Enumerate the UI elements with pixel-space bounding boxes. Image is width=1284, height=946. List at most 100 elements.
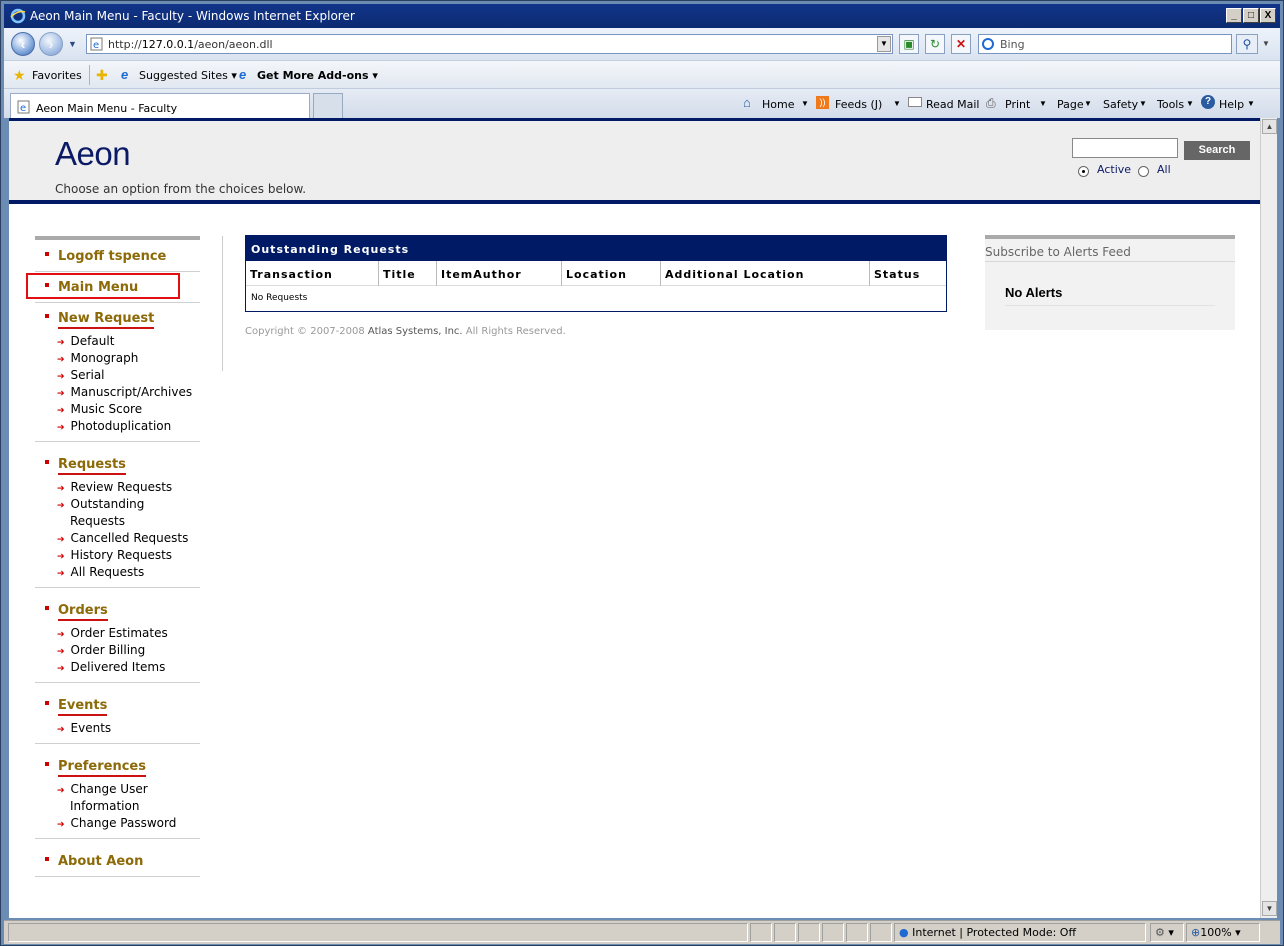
favorites-divider	[89, 65, 90, 85]
main-menu-highlight-box	[26, 273, 180, 299]
add-favorites-icon[interactable]: ✚	[96, 67, 108, 84]
search-box[interactable]: Bing	[978, 34, 1232, 54]
protected-mode-cell[interactable]: ⚙ ▾	[1150, 923, 1184, 942]
tools-menu[interactable]: Tools	[1157, 98, 1184, 111]
feeds-icon[interactable]: ))	[816, 96, 829, 109]
new-tab-button[interactable]	[313, 93, 343, 119]
page-viewport: Aeon Choose an option from the choices b…	[9, 118, 1260, 918]
status-text-cell	[8, 923, 748, 942]
scroll-down-button[interactable]: ▼	[1262, 901, 1277, 916]
favorites-button[interactable]: Favorites	[32, 69, 82, 82]
minimize-button[interactable]: _	[1226, 8, 1242, 23]
search-options-dropdown-icon[interactable]: ▼	[1262, 39, 1270, 48]
feeds-button[interactable]: Feeds (J)	[835, 98, 882, 111]
forward-button[interactable]: ›	[39, 32, 63, 56]
recent-pages-dropdown-icon[interactable]: ▼	[68, 39, 77, 49]
page-icon: e	[90, 37, 103, 51]
zoom-control[interactable]: ⊕100% ▾	[1186, 923, 1260, 942]
print-button[interactable]: Print	[1005, 98, 1030, 111]
get-addons-label: Get More Add-ons	[257, 69, 369, 82]
refresh-icon[interactable]: ↻	[925, 34, 945, 54]
nav-top-rule	[35, 236, 200, 240]
window-title: Aeon Main Menu - Faculty - Windows Inter…	[30, 9, 355, 23]
home-icon[interactable]: ⌂	[743, 95, 751, 110]
company-link[interactable]: Atlas Systems, Inc.	[368, 326, 463, 337]
help-icon[interactable]: ?	[1201, 95, 1215, 109]
events-heading[interactable]: Events	[58, 698, 108, 716]
all-requests-link[interactable]: ➔ All Requests	[57, 565, 144, 579]
active-tab[interactable]: e Aeon Main Menu - Faculty	[10, 93, 310, 119]
tools-dropdown-icon[interactable]: ▼	[1186, 99, 1194, 108]
home-dropdown-icon[interactable]: ▼	[801, 99, 809, 108]
col-status[interactable]: Status	[870, 261, 946, 286]
page-menu[interactable]: Page	[1057, 98, 1084, 111]
col-location[interactable]: Location	[562, 261, 661, 286]
feeds-dropdown-icon[interactable]: ▼	[893, 99, 901, 108]
history-requests-link[interactable]: ➔ History Requests	[57, 548, 172, 562]
address-dropdown-button[interactable]: ▼	[877, 36, 891, 52]
nav-bullet	[45, 762, 49, 766]
new-request-heading[interactable]: New Request	[58, 311, 155, 329]
compatibility-view-icon[interactable]: ▣	[899, 34, 919, 54]
address-bar[interactable]: e http://127.0.0.1/aeon/aeon.dll ▼	[86, 34, 893, 54]
read-mail-button[interactable]: Read Mail	[926, 98, 979, 111]
safety-dropdown-icon[interactable]: ▼	[1139, 99, 1147, 108]
order-estimates-link[interactable]: ➔ Order Estimates	[57, 626, 168, 640]
search-placeholder: Bing	[1000, 38, 1025, 51]
order-billing-link[interactable]: ➔ Order Billing	[57, 643, 145, 657]
scroll-up-button[interactable]: ▲	[1262, 119, 1277, 134]
col-transaction[interactable]: Transaction	[246, 261, 379, 286]
help-menu[interactable]: Help	[1219, 98, 1244, 111]
new-request-music-score[interactable]: ➔ Music Score	[57, 402, 142, 416]
home-button[interactable]: Home	[762, 98, 794, 111]
site-search-input[interactable]	[1072, 138, 1178, 158]
get-addons-link[interactable]: Get More Add-ons ▾	[257, 69, 378, 82]
outstanding-requests-link-line2[interactable]: Requests	[70, 514, 125, 528]
subscribe-alerts-link[interactable]: Subscribe to Alerts Feed	[985, 245, 1131, 259]
new-request-manuscript[interactable]: ➔ Manuscript/Archives	[57, 385, 192, 399]
change-user-info-link-line2[interactable]: Information	[70, 799, 139, 813]
safety-menu[interactable]: Safety	[1103, 98, 1138, 111]
new-request-monograph[interactable]: ➔ Monograph	[57, 351, 138, 365]
stop-icon[interactable]: ✕	[951, 34, 971, 54]
review-requests-link[interactable]: ➔ Review Requests	[57, 480, 172, 494]
cancelled-requests-link[interactable]: ➔ Cancelled Requests	[57, 531, 188, 545]
new-request-photoduplication[interactable]: ➔ Photoduplication	[57, 419, 171, 433]
page-dropdown-icon[interactable]: ▼	[1084, 99, 1092, 108]
addons-icon: e	[239, 67, 247, 82]
security-zone[interactable]: ● Internet | Protected Mode: Off	[894, 923, 1146, 942]
site-search-button[interactable]: Search	[1184, 141, 1250, 160]
orders-heading[interactable]: Orders	[58, 603, 108, 621]
col-item-author[interactable]: ItemAuthor	[437, 261, 562, 286]
nav-bullet	[45, 857, 49, 861]
new-request-default[interactable]: ➔ Default	[57, 334, 114, 348]
vertical-scrollbar[interactable]: ▲ ▼	[1260, 118, 1277, 918]
change-password-link[interactable]: ➔ Change Password	[57, 816, 176, 830]
delivered-items-link[interactable]: ➔ Delivered Items	[57, 660, 165, 674]
radio-active[interactable]	[1078, 166, 1089, 177]
about-aeon-link[interactable]: About Aeon	[58, 854, 143, 869]
outstanding-requests-link[interactable]: ➔ Outstanding	[57, 497, 144, 511]
preferences-heading[interactable]: Preferences	[58, 759, 146, 777]
change-user-info-link[interactable]: ➔ Change User	[57, 782, 148, 796]
status-cell	[774, 923, 796, 942]
suggested-sites-link[interactable]: Suggested Sites ▾	[139, 69, 237, 82]
read-mail-icon[interactable]	[908, 97, 922, 107]
radio-all[interactable]	[1138, 166, 1149, 177]
help-dropdown-icon[interactable]: ▼	[1247, 99, 1255, 108]
back-button[interactable]: ‹	[11, 32, 35, 56]
print-dropdown-icon[interactable]: ▼	[1039, 99, 1047, 108]
new-request-serial[interactable]: ➔ Serial	[57, 368, 105, 382]
logoff-link[interactable]: Logoff tspence	[58, 249, 166, 264]
print-icon[interactable]: ⎙	[986, 96, 996, 111]
svg-text:e: e	[20, 103, 26, 114]
requests-heading[interactable]: Requests	[58, 457, 126, 475]
close-window-button[interactable]: X	[1260, 8, 1276, 23]
alerts-divider	[985, 261, 1235, 262]
maximize-button[interactable]: □	[1243, 8, 1259, 23]
col-additional-location[interactable]: Additional Location	[661, 261, 870, 286]
col-title[interactable]: Title	[379, 261, 437, 286]
search-go-button[interactable]: ⚲	[1236, 34, 1258, 54]
outstanding-requests-table: Outstanding Requests Transaction Title I…	[245, 235, 947, 312]
events-link[interactable]: ➔ Events	[57, 721, 111, 735]
